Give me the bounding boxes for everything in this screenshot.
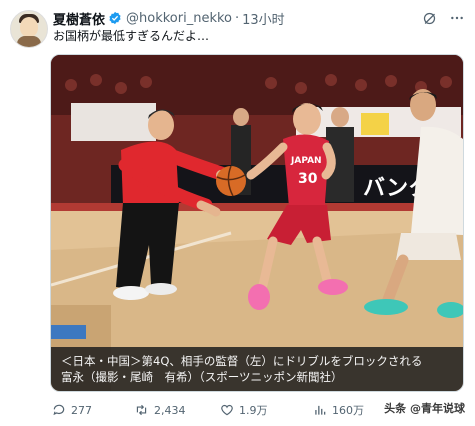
like-button[interactable]: 1.9万 bbox=[220, 402, 313, 418]
timestamp[interactable]: 13小时 bbox=[242, 9, 285, 28]
top-actions bbox=[421, 10, 465, 26]
retweet-button[interactable]: 2,434 bbox=[134, 403, 220, 417]
avatar-body bbox=[17, 36, 41, 47]
toutiao-watermark: 头条 @青年说球 bbox=[384, 402, 465, 415]
caption-line-2: 富永（撮影・尾崎 有希）（スポーツニッポン新聞社） bbox=[61, 370, 343, 384]
tweet-text: お国柄が最低すぎるんだよ… bbox=[53, 29, 210, 43]
reply-icon bbox=[53, 404, 65, 416]
retweet-count: 2,434 bbox=[154, 403, 186, 417]
separator-dot: · bbox=[235, 10, 240, 26]
verified-badge-icon bbox=[109, 11, 121, 25]
more-options-icon[interactable] bbox=[449, 10, 465, 26]
media-image[interactable]: バンク JAPAN 30 ＜日本・中国＞第4Q、相手の監督（左）にドリブルをブロ… bbox=[50, 54, 464, 392]
like-count: 1.9万 bbox=[239, 404, 268, 417]
tweet-card: 夏樹蒼依 @hokkori_nekko · 13小时 お国柄が最低すぎるんだよ… bbox=[0, 0, 475, 426]
basketball-photo: バンク JAPAN 30 bbox=[51, 55, 463, 391]
display-name[interactable]: 夏樹蒼依 bbox=[53, 9, 105, 28]
views-button[interactable]: 160万 bbox=[313, 402, 364, 418]
avatar-face bbox=[20, 17, 38, 37]
grok-icon[interactable] bbox=[421, 10, 437, 26]
reply-button[interactable]: 277 bbox=[52, 403, 134, 417]
jersey-number: 30 bbox=[298, 171, 318, 187]
views-chart-icon bbox=[315, 405, 326, 415]
heart-icon bbox=[221, 404, 233, 416]
tweet-header: 夏樹蒼依 @hokkori_nekko · 13小时 bbox=[53, 9, 285, 28]
view-count: 160万 bbox=[332, 404, 364, 417]
retweet-icon bbox=[136, 404, 147, 416]
avatar[interactable] bbox=[10, 10, 48, 48]
reply-count: 277 bbox=[71, 403, 92, 417]
jersey-text: JAPAN bbox=[290, 156, 322, 166]
user-handle[interactable]: @hokkori_nekko bbox=[126, 11, 232, 26]
photo-caption: ＜日本・中国＞第4Q、相手の監督（左）にドリブルをブロックされる 富永（撮影・尾… bbox=[51, 347, 463, 391]
caption-line-1: ＜日本・中国＞第4Q、相手の監督（左）にドリブルをブロックされる bbox=[61, 354, 423, 368]
